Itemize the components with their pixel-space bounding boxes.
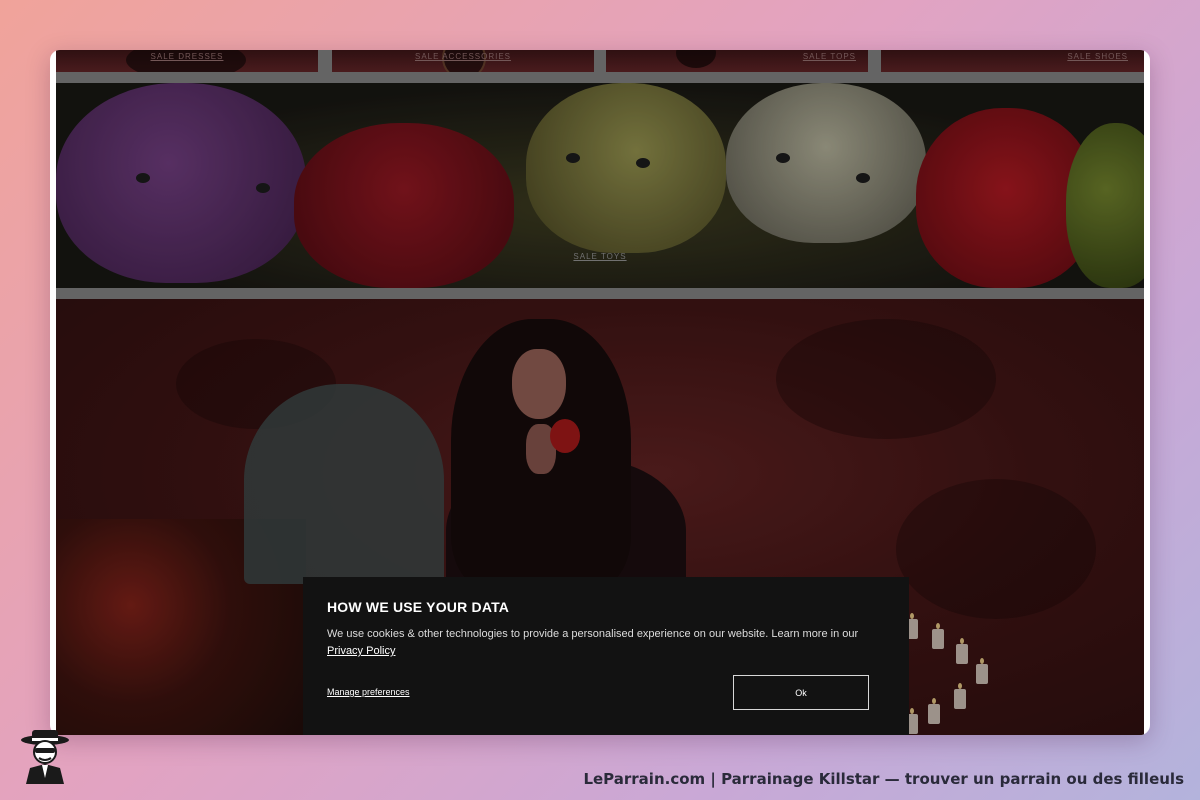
manage-preferences-link[interactable]: Manage preferences <box>327 687 410 697</box>
candle-icon <box>956 638 968 664</box>
plush-eye <box>856 173 870 183</box>
plush-eye <box>776 153 790 163</box>
category-tile-sale-tops[interactable]: SALE TOPS <box>606 50 868 72</box>
candle-icon <box>932 623 944 649</box>
cookie-consent-dialog: HOW WE USE YOUR DATA We use cookies & ot… <box>303 577 909 735</box>
sale-toys-label: SALE TOYS <box>573 252 627 261</box>
category-label: SALE TOPS <box>802 52 856 61</box>
browser-window: SALE DRESSES SALE ACCESSORIES SALE TOPS … <box>50 50 1150 735</box>
ok-button[interactable]: Ok <box>733 675 869 710</box>
category-label: SALE ACCESSORIES <box>414 52 512 61</box>
wall-texture <box>896 479 1096 619</box>
candle-icon <box>928 698 940 724</box>
category-tile-sale-accessories[interactable]: SALE ACCESSORIES <box>332 50 594 72</box>
plush-eye <box>636 158 650 168</box>
category-tile-sale-dresses[interactable]: SALE DRESSES <box>56 50 318 72</box>
sale-toys-banner[interactable]: SALE TOYS <box>56 83 1144 288</box>
sale-category-row: SALE DRESSES SALE ACCESSORIES SALE TOPS … <box>56 50 1144 72</box>
plush-lime-image <box>1066 123 1144 288</box>
plush-pear-image <box>526 83 726 253</box>
plush-eye <box>256 183 270 193</box>
rose-image <box>550 419 580 453</box>
cookie-dialog-text: We use cookies & other technologies to p… <box>327 626 885 660</box>
tombstone-image <box>244 384 444 584</box>
wall-texture <box>776 319 996 439</box>
leparrain-mascot-icon <box>21 730 69 784</box>
plush-eye <box>566 153 580 163</box>
privacy-policy-link[interactable]: Privacy Policy <box>327 645 395 657</box>
cookie-dialog-title: HOW WE USE YOUR DATA <box>327 599 510 615</box>
footer-caption: LeParrain.com | Parrainage Killstar — tr… <box>583 770 1184 788</box>
category-label: SALE DRESSES <box>150 52 224 61</box>
category-tile-sale-shoes[interactable]: SALE SHOES <box>881 50 1144 72</box>
model-face-image <box>512 349 566 419</box>
shop-page: SALE DRESSES SALE ACCESSORIES SALE TOPS … <box>56 50 1144 735</box>
candle-icon <box>954 683 966 709</box>
plush-pepper-image <box>294 123 514 288</box>
candle-icon <box>976 658 988 684</box>
plush-garlic-image <box>726 83 926 243</box>
cookie-description: We use cookies & other technologies to p… <box>327 628 859 640</box>
plush-eye <box>136 173 150 183</box>
category-label: SALE SHOES <box>1067 52 1128 61</box>
